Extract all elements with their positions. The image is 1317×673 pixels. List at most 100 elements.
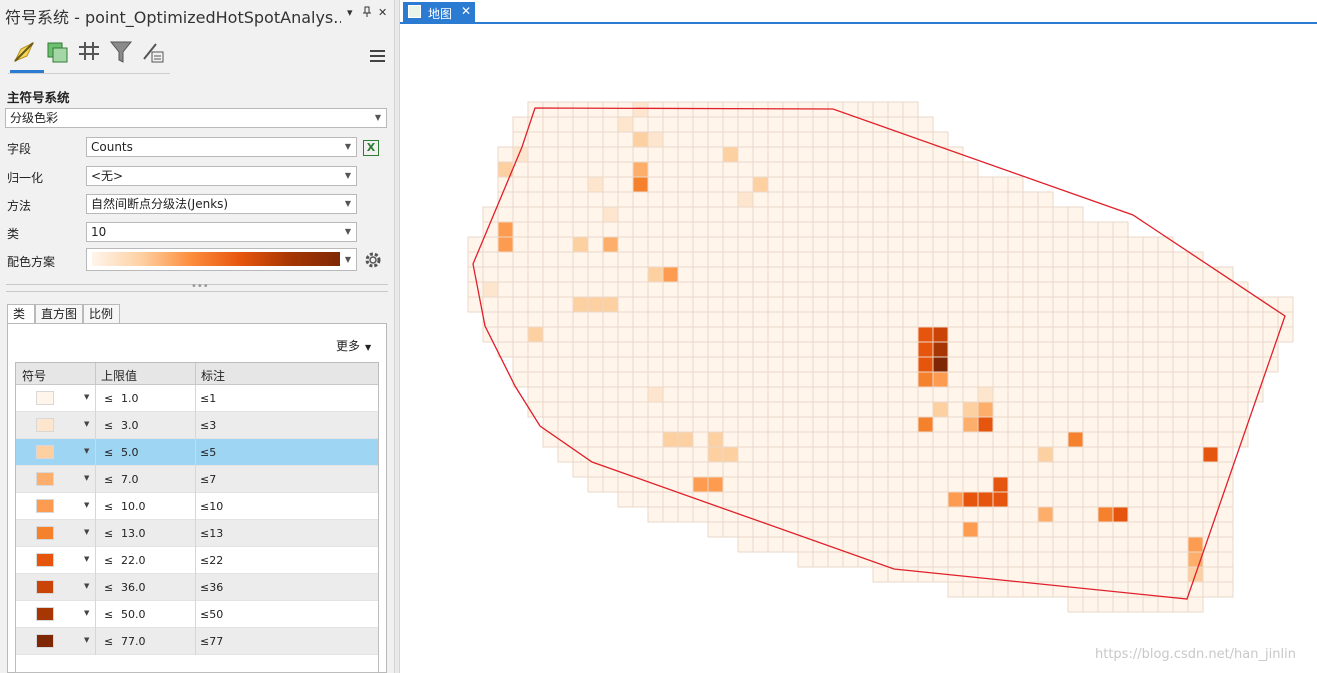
table-row[interactable]: ▼ ≤10.0 ≤10	[16, 493, 378, 520]
field-dropdown[interactable]: Counts ▼	[86, 137, 357, 157]
fishnet-cell	[992, 251, 1009, 268]
tab-map[interactable]: 地图 ✕	[403, 2, 475, 23]
class-swatch[interactable]	[36, 634, 54, 648]
table-row[interactable]: ▼ ≤3.0 ≤3	[16, 412, 378, 439]
chevron-down-icon[interactable]: ▼	[84, 609, 89, 617]
table-row[interactable]: ▼ ≤7.0 ≤7	[16, 466, 378, 493]
fishnet-cell	[722, 431, 739, 448]
close-map-tab-icon[interactable]: ✕	[461, 4, 471, 18]
le-symbol: ≤	[104, 554, 114, 567]
fishnet-cell	[692, 101, 709, 118]
table-row[interactable]: ▼ ≤22.0 ≤22	[16, 547, 378, 574]
vary-symbology-button[interactable]	[42, 38, 72, 66]
class-label[interactable]: ≤10	[200, 500, 223, 513]
fishnet-cell	[992, 311, 1009, 328]
table-row[interactable]: ▼ ≤77.0 ≤77	[16, 628, 378, 655]
symbology-method-dropdown[interactable]: 分级色彩 ▼	[5, 108, 387, 128]
class-swatch[interactable]	[36, 418, 54, 432]
chevron-down-icon[interactable]: ▼	[84, 528, 89, 536]
class-label[interactable]: ≤7	[200, 473, 216, 486]
fishnet-cell	[1157, 581, 1174, 598]
upper-value[interactable]: 5.0	[121, 446, 139, 459]
fishnet-cell	[662, 371, 679, 388]
close-pane-icon[interactable]: ✕	[378, 6, 387, 19]
advanced-symbology-button[interactable]	[138, 38, 168, 66]
normalization-dropdown[interactable]: <无> ▼	[86, 166, 357, 186]
table-row[interactable]: ▼ ≤1.0 ≤1	[16, 385, 378, 412]
fishnet-cell	[1097, 326, 1114, 343]
primary-symbology-button[interactable]	[10, 38, 40, 66]
class-swatch[interactable]	[36, 526, 54, 540]
chevron-down-icon[interactable]: ▼	[84, 582, 89, 590]
class-label[interactable]: ≤50	[200, 608, 223, 621]
class-swatch[interactable]	[36, 391, 54, 405]
fishnet-cell	[572, 176, 589, 193]
class-swatch[interactable]	[36, 499, 54, 513]
table-row[interactable]: ▼ ≤13.0 ≤13	[16, 520, 378, 547]
map-view[interactable]	[400, 24, 1317, 673]
tab-histogram[interactable]: 直方图	[35, 304, 83, 324]
upper-value[interactable]: 7.0	[121, 473, 139, 486]
chevron-down-icon[interactable]: ▼	[84, 474, 89, 482]
fishnet-cell	[1082, 371, 1099, 388]
class-label[interactable]: ≤3	[200, 419, 216, 432]
fishnet-cell	[1187, 536, 1204, 553]
table-row[interactable]: ▼ ≤5.0 ≤5	[16, 439, 378, 466]
table-row[interactable]: ▼ ≤50.0 ≤50	[16, 601, 378, 628]
class-label[interactable]: ≤13	[200, 527, 223, 540]
class-swatch[interactable]	[36, 607, 54, 621]
fishnet-cell	[527, 386, 544, 403]
fishnet-cell	[497, 176, 514, 193]
upper-value[interactable]: 36.0	[121, 581, 146, 594]
class-swatch[interactable]	[36, 472, 54, 486]
header-symbol[interactable]: 符号	[22, 367, 46, 384]
fishnet-cell	[797, 251, 814, 268]
class-swatch[interactable]	[36, 580, 54, 594]
tab-scale[interactable]: 比例	[83, 304, 120, 324]
chevron-down-icon[interactable]: ▼	[84, 501, 89, 509]
fishnet-cell	[1067, 386, 1084, 403]
chevron-down-icon[interactable]: ▼	[84, 555, 89, 563]
upper-value[interactable]: 1.0	[121, 392, 139, 405]
chevron-down-icon[interactable]: ▼	[84, 393, 89, 401]
upper-value[interactable]: 77.0	[121, 635, 146, 648]
chevron-down-icon[interactable]: ▼	[84, 447, 89, 455]
fishnet-cell	[602, 266, 619, 283]
upper-value[interactable]: 22.0	[121, 554, 146, 567]
pin-icon[interactable]	[362, 6, 372, 21]
chevron-down-icon[interactable]: ▼	[84, 420, 89, 428]
fishnet-cell	[1202, 341, 1219, 358]
upper-value[interactable]: 3.0	[121, 419, 139, 432]
class-label[interactable]: ≤1	[200, 392, 216, 405]
class-swatch[interactable]	[36, 445, 54, 459]
fishnet-cell	[812, 116, 829, 133]
pane-menu-icon[interactable]	[370, 50, 385, 64]
classification-method-dropdown[interactable]: 自然间断点分级法(Jenks) ▼	[86, 194, 357, 214]
class-label[interactable]: ≤36	[200, 581, 223, 594]
filter-button[interactable]	[106, 38, 136, 66]
excel-table-icon[interactable]: X	[363, 140, 379, 156]
table-row[interactable]: ▼ ≤36.0 ≤36	[16, 574, 378, 601]
header-upper-value[interactable]: 上限值	[101, 367, 137, 384]
pane-menu-dropdown-icon[interactable]: ▾	[347, 6, 353, 19]
class-label[interactable]: ≤22	[200, 554, 223, 567]
upper-value[interactable]: 10.0	[121, 500, 146, 513]
header-label[interactable]: 标注	[201, 367, 225, 384]
classes-dropdown[interactable]: 10 ▼	[86, 222, 357, 242]
upper-value[interactable]: 13.0	[121, 527, 146, 540]
fishnet-cell	[1052, 461, 1069, 478]
fishnet-cell	[1067, 206, 1084, 223]
label-classes-button[interactable]	[74, 38, 104, 66]
class-label[interactable]: ≤5	[200, 446, 216, 459]
fishnet-cell	[527, 221, 544, 238]
fishnet-cell	[1022, 251, 1039, 268]
upper-value[interactable]: 50.0	[121, 608, 146, 621]
more-button[interactable]: 更多 ▼	[336, 337, 371, 354]
fishnet-cell	[947, 296, 964, 313]
chevron-down-icon[interactable]: ▼	[84, 636, 89, 644]
tab-classes[interactable]: 类	[7, 304, 35, 324]
splitter-grip-icon[interactable]: •••	[191, 282, 209, 292]
gear-icon[interactable]	[363, 250, 383, 270]
class-swatch[interactable]	[36, 553, 54, 567]
class-label[interactable]: ≤77	[200, 635, 223, 648]
